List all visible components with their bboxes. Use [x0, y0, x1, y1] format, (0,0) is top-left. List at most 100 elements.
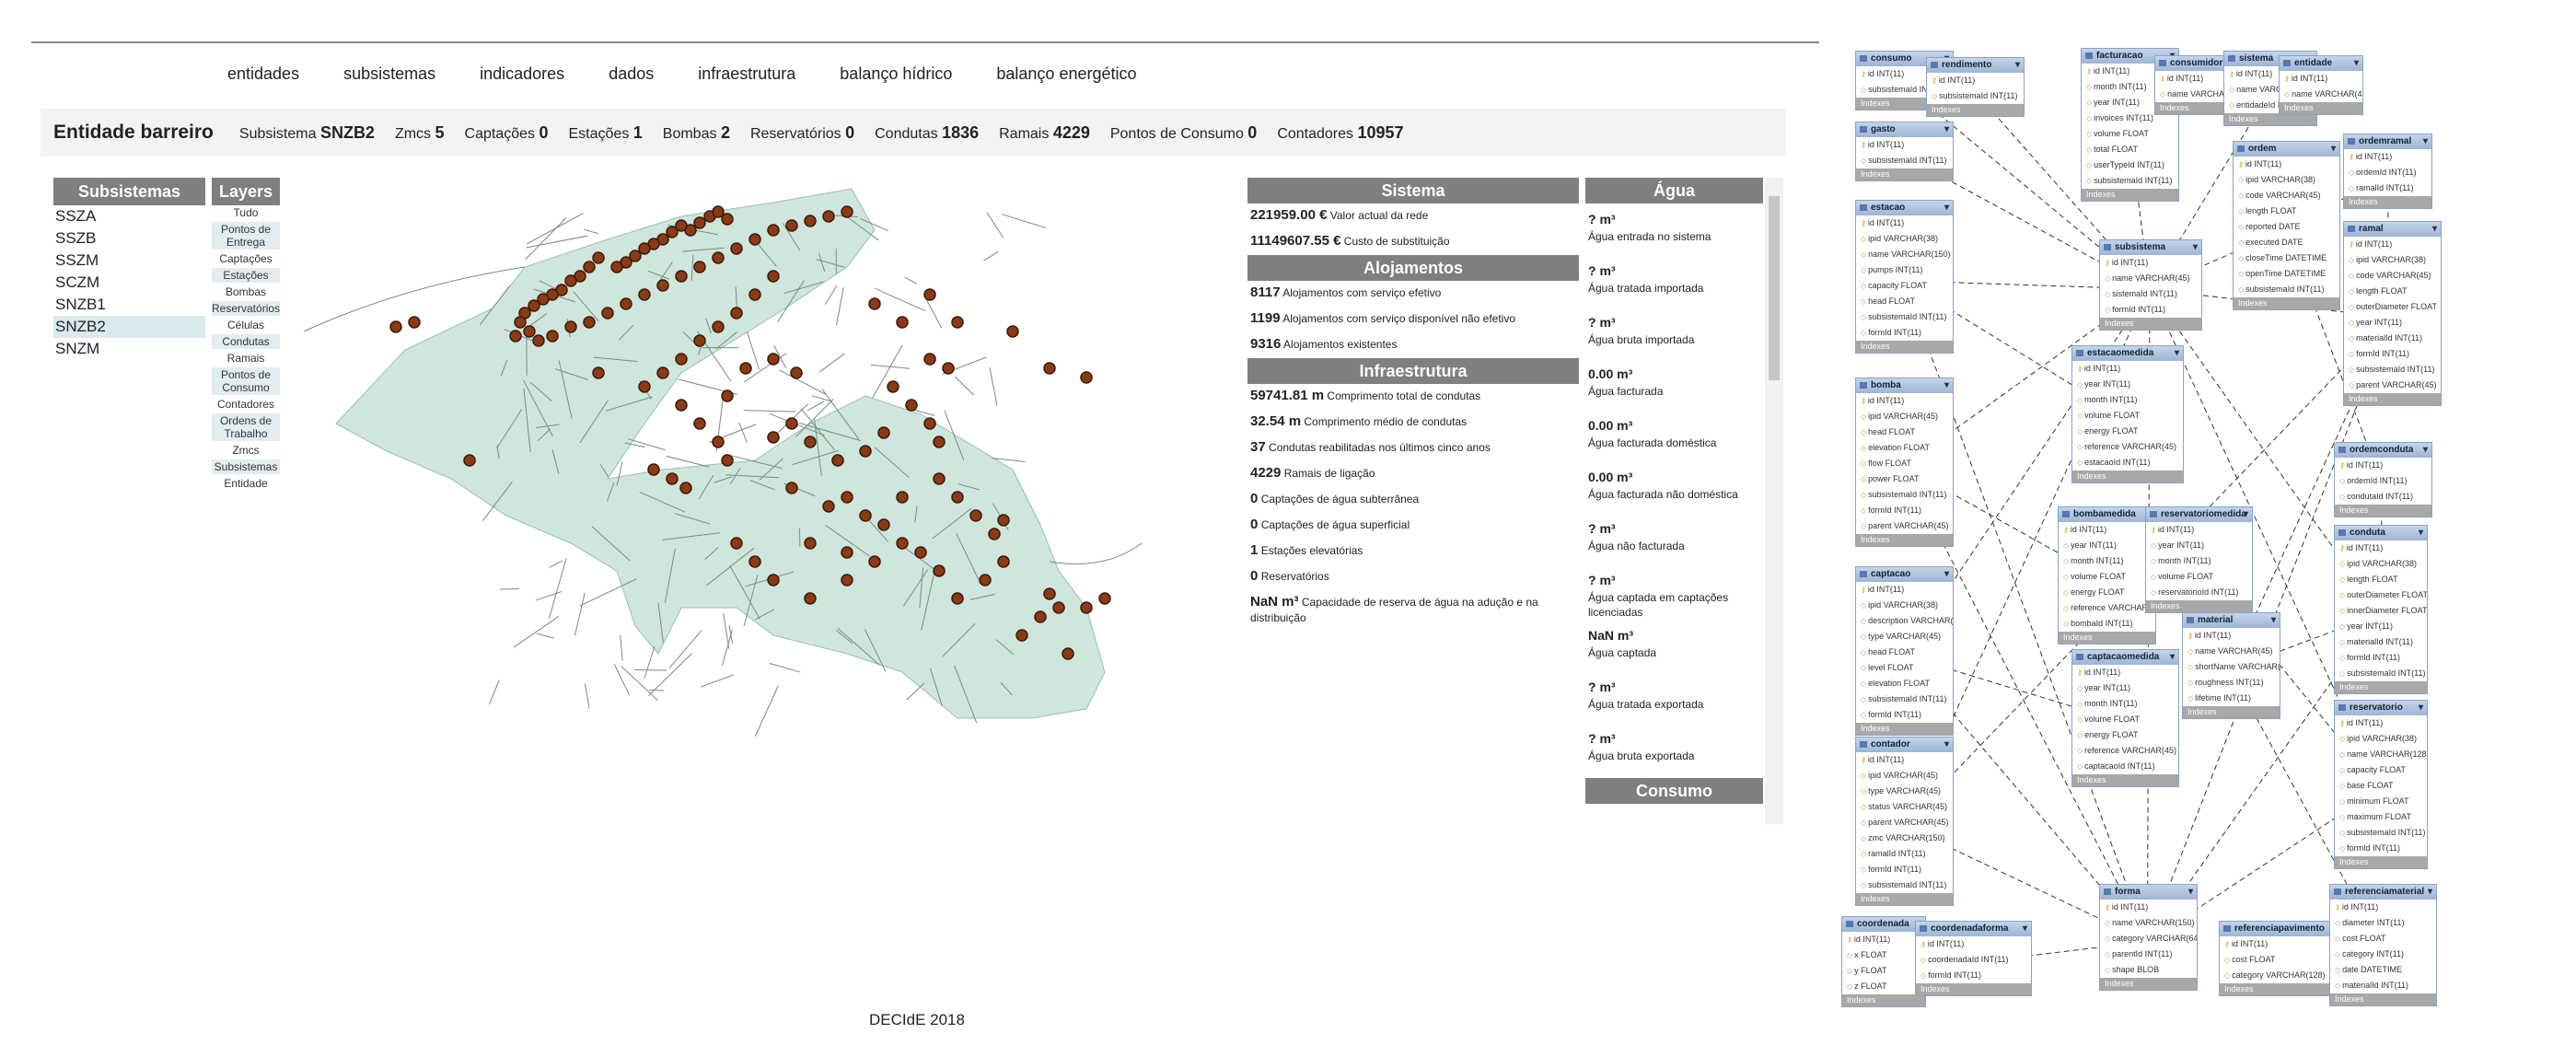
nav-item-3[interactable]: dados	[609, 64, 654, 92]
layer-item[interactable]: Ramais	[212, 351, 280, 366]
erd-table-estacaomedida[interactable]: estacaomedidaid INT(11)year INT(11)month…	[2071, 345, 2184, 483]
erd-table-rendimento[interactable]: rendimentoid INT(11)subsistemaId INT(11)…	[1926, 57, 2025, 117]
consumption-point	[841, 205, 853, 218]
erd-field: lifetime INT(11)	[2183, 691, 2280, 706]
erd-field: id INT(11)	[2072, 361, 2183, 377]
subsystem-item[interactable]: SNZB1	[53, 294, 205, 316]
erd-field: shortName VARCHAR(45)	[2183, 659, 2280, 675]
consumption-point	[601, 307, 614, 319]
consumption-point	[951, 316, 964, 329]
layer-item[interactable]: Tudo	[212, 205, 280, 220]
scrollbar-thumb[interactable]	[1769, 196, 1780, 380]
nav-item-6[interactable]: balanço energético	[996, 64, 1136, 92]
erd-field: ipid VARCHAR(45)	[1856, 768, 1953, 784]
erd-indexes-label: Indexes	[1856, 341, 1953, 353]
pipe-line	[613, 664, 630, 696]
erd-table-forma[interactable]: formaid INT(11)name VARCHAR(150)category…	[2099, 884, 2198, 991]
erd-field: volume FLOAT	[2072, 712, 2178, 727]
layer-item[interactable]: Condutas	[212, 334, 280, 349]
layer-item[interactable]: Estações	[212, 268, 280, 283]
layer-item[interactable]: Entidade	[212, 476, 280, 491]
subsystem-item[interactable]: SCZM	[53, 272, 205, 294]
agua-value: NaN m³	[1585, 620, 1763, 645]
agua-value-text: ? m³	[1588, 315, 1616, 330]
erd-field: subsistemaId INT(11)	[1856, 877, 1953, 893]
subsystem-item[interactable]: SSZM	[53, 250, 205, 272]
section-title-infraestrutura: Infraestrutura	[1247, 358, 1579, 384]
erd-field: id INT(11)	[2059, 522, 2155, 538]
erd-table-reservatoriomedida[interactable]: reservatoriomedidaid INT(11)year INT(11)…	[2145, 506, 2253, 613]
nav-item-4[interactable]: infraestrutura	[698, 64, 795, 92]
erd-table-bombamedida[interactable]: bombamedidaid INT(11)year INT(11)month I…	[2058, 506, 2156, 645]
erd-table-referenciamaterial[interactable]: referenciamaterialid INT(11)diameter INT…	[2329, 884, 2437, 1006]
layer-item[interactable]: Contadores	[212, 397, 280, 412]
subsystem-item[interactable]: SNZM	[53, 338, 205, 360]
erd-table-conduta[interactable]: condutaid INT(11)ipid VARCHAR(38)length …	[2334, 525, 2428, 694]
erd-table-estacao[interactable]: estacaoid INT(11)ipid VARCHAR(38)name VA…	[1855, 200, 1954, 354]
erd-table-coordenada[interactable]: coordenadaid INT(11)x FLOATy FLOATz FLOA…	[1841, 916, 1926, 1007]
erd-field: id INT(11)	[2220, 936, 2339, 952]
layer-item[interactable]: Bombas	[212, 285, 280, 299]
pipe-line	[644, 645, 656, 680]
erd-field: parent VARCHAR(45)	[1856, 815, 1953, 830]
erd-table-contador[interactable]: contadorid INT(11)ipid VARCHAR(45)type V…	[1855, 737, 1954, 906]
stat-row: 4229 Ramais de ligação	[1247, 461, 1579, 487]
layer-item[interactable]: Subsistemas	[212, 459, 280, 474]
agua-value: ? m³	[1585, 723, 1763, 749]
erd-field: month INT(11)	[2072, 392, 2183, 408]
layer-item[interactable]: Zmcs	[212, 443, 280, 458]
erd-field: id INT(11)	[2330, 900, 2436, 915]
layer-item[interactable]: Pontos de Consumo	[212, 367, 280, 395]
pipe-line	[621, 665, 658, 702]
erd-field: id INT(11)	[1856, 137, 1953, 153]
erd-table-material[interactable]: materialid INT(11)name VARCHAR(45)shortN…	[2182, 612, 2280, 719]
nav-item-1[interactable]: subsistemas	[343, 64, 435, 92]
erd-indexes-label: Indexes	[1856, 534, 1953, 546]
erd-indexes-label: Indexes	[1856, 893, 1953, 905]
agua-value: 0.00 m³	[1585, 358, 1763, 384]
stat-value: 1199	[1250, 310, 1281, 326]
erd-field: ipid VARCHAR(38)	[2335, 556, 2427, 572]
erd-table-subsistema[interactable]: subsistemaid INT(11)name VARCHAR(45)sist…	[2099, 239, 2202, 331]
consumption-point	[767, 224, 780, 237]
layer-item[interactable]: Reservatórios	[212, 301, 280, 316]
network-map[interactable]	[295, 175, 1215, 838]
erd-field: capacity FLOAT	[2335, 762, 2427, 778]
erd-field: subsistemaId INT(11)	[2335, 666, 2427, 681]
consumption-point	[767, 431, 780, 444]
erd-table-coordenadaforma[interactable]: coordenadaformaid INT(11)coordenadaId IN…	[1915, 921, 2032, 996]
consumption-point	[748, 288, 761, 301]
erd-field: diameter INT(11)	[2330, 915, 2436, 931]
stat-label: Captações de água superficial	[1260, 518, 1410, 531]
erd-table-captacaomedida[interactable]: captacaomedidaid INT(11)year INT(11)mont…	[2071, 649, 2179, 787]
stats-scrollbar[interactable]	[1765, 178, 1783, 824]
erd-table-reservatorio[interactable]: reservatorioid INT(11)ipid VARCHAR(38)na…	[2334, 700, 2428, 869]
layer-item[interactable]: Ordens de Trabalho	[212, 413, 280, 441]
erd-field: roughness INT(11)	[2183, 675, 2280, 691]
stat-label: Alojamentos com serviço disponível não e…	[1282, 312, 1516, 325]
erd-table-ramal[interactable]: ramalid INT(11)ipid VARCHAR(38)code VARC…	[2343, 221, 2442, 406]
subsystem-item[interactable]: SNZB2	[53, 316, 205, 338]
erd-table-ordemconduta[interactable]: ordemcondutaid INT(11)ordemId INT(11)con…	[2334, 442, 2432, 517]
pipe-line	[824, 285, 838, 306]
erd-table-gasto[interactable]: gastoid INT(11)subsistemaId INT(11)Index…	[1855, 122, 1954, 181]
erd-table-ordem[interactable]: ordemid INT(11)ipid VARCHAR(38)code VARC…	[2233, 141, 2340, 310]
erd-table-entidade[interactable]: entidadeid INT(11)name VARCHAR(45)Indexe…	[2279, 55, 2363, 115]
erd-table-captacao[interactable]: captacaoid INT(11)ipid VARCHAR(38)descri…	[1855, 566, 1954, 736]
nav-item-5[interactable]: balanço hídrico	[840, 64, 952, 92]
layer-item[interactable]: Captações	[212, 251, 280, 266]
erd-table-title: reservatorio	[2335, 701, 2427, 715]
nav-item-2[interactable]: indicadores	[480, 64, 564, 92]
subsystem-item[interactable]: SSZB	[53, 227, 205, 250]
erd-table-ordemramal[interactable]: ordemramalid INT(11)ordemId INT(11)ramal…	[2343, 134, 2432, 209]
section-title-agua: Água	[1585, 178, 1763, 203]
nav-item-0[interactable]: entidades	[227, 64, 299, 92]
layer-item[interactable]: Células	[212, 318, 280, 332]
consumption-point	[528, 299, 540, 312]
erd-field: subsistemaId INT(11)	[1927, 88, 2024, 104]
subsystem-item[interactable]: SSZA	[53, 205, 205, 227]
erd-table-referenciapavimento[interactable]: referenciapavimentoid INT(11)cost FLOATc…	[2219, 921, 2340, 996]
consumption-point	[1080, 371, 1093, 384]
erd-table-bomba[interactable]: bombaid INT(11)ipid VARCHAR(45)head FLOA…	[1855, 378, 1954, 547]
layer-item[interactable]: Pontos de Entrega	[212, 222, 280, 250]
